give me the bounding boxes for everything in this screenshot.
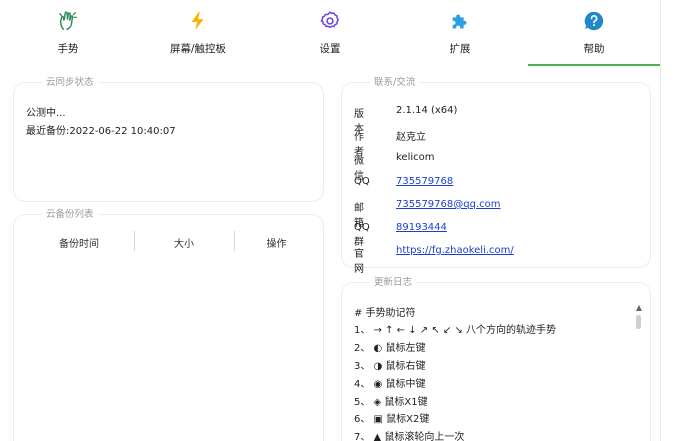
gear-icon (320, 11, 339, 29)
contact-panel: 联系/交流 版本 2.1.14 (x64) 作者 赵克立 微信 kelicom … (341, 76, 651, 275)
last-backup-text: 最近备份:2022-06-22 10:40:07 (26, 126, 176, 137)
tab-gestures[interactable]: 手势 (28, 0, 108, 66)
changelog-line: 2、 ◐ 鼠标左键 (354, 343, 426, 354)
active-tab-indicator (528, 64, 660, 66)
author-value: 赵克立 (396, 132, 426, 143)
column-header-size[interactable]: 大小 (154, 235, 214, 250)
email-link[interactable]: 735579768@qq.com (396, 199, 501, 210)
website-key: 官网 (354, 249, 364, 275)
hand-gesture-icon (59, 11, 77, 30)
changelog-line: 7、 ▲ 鼠标滚轮向上一次 (354, 432, 465, 441)
backup-list-panel: 云备份列表 备份时间 大小 操作 (13, 208, 324, 441)
column-header-actions[interactable]: 操作 (249, 235, 304, 250)
top-navigation: 手势 屏幕/触控板 设置 扩展 帮助 (0, 0, 660, 66)
window-edge-divider (660, 0, 661, 441)
changelog-title: 更新日志 (370, 276, 417, 289)
tab-screen-touchpad-label: 屏幕/触控板 (169, 43, 227, 55)
tab-settings[interactable]: 设置 (290, 0, 370, 66)
tab-screen-touchpad[interactable]: 屏幕/触控板 (158, 0, 238, 66)
qq-group-link[interactable]: 89193444 (396, 222, 447, 233)
changelog-line: # 手势助记符 (354, 308, 416, 319)
scrollbar-thumb[interactable] (636, 315, 641, 329)
column-divider (134, 231, 135, 251)
column-header-backup-time[interactable]: 备份时间 (44, 235, 114, 250)
changelog-line: 6、 ▣ 鼠标X2键 (354, 414, 430, 425)
tab-help[interactable]: 帮助 (528, 0, 660, 66)
contact-title: 联系/交流 (370, 76, 420, 89)
cloud-sync-title: 云同步状态 (42, 76, 98, 89)
tab-help-label: 帮助 (583, 43, 605, 55)
sync-status-text: 公测中... (26, 108, 66, 119)
qq-link[interactable]: 735579768 (396, 176, 453, 187)
changelog-line: 3、 ◑ 鼠标右键 (354, 361, 426, 372)
qq-key: QQ (354, 176, 370, 187)
changelog-line: 1、 → ↑ ← ↓ ↗ ↖ ↙ ↘ 八个方向的轨迹手势 (354, 325, 557, 336)
lightning-icon (191, 11, 204, 31)
backup-list-title: 云备份列表 (42, 208, 98, 221)
tab-extensions[interactable]: 扩展 (420, 0, 500, 66)
changelog-panel: 更新日志 # 手势助记符 1、 → ↑ ← ↓ ↗ ↖ ↙ ↘ 八个方向的轨迹手… (341, 276, 651, 441)
tab-settings-label: 设置 (319, 43, 341, 55)
tab-gestures-label: 手势 (57, 43, 79, 55)
help-icon (584, 11, 604, 31)
changelog-line: 5、 ◈ 鼠标X1键 (354, 397, 428, 408)
scroll-up-arrow-icon[interactable]: ▲ (636, 303, 642, 312)
puzzle-icon (452, 14, 467, 29)
changelog-line: 4、 ◉ 鼠标中键 (354, 379, 426, 390)
cloud-sync-panel: 云同步状态 公测中... 最近备份:2022-06-22 10:40:07 (13, 76, 324, 202)
wechat-value: kelicom (396, 152, 435, 163)
website-link[interactable]: https://fg.zhaokeli.com/ (396, 245, 514, 256)
tab-extensions-label: 扩展 (449, 43, 471, 55)
version-value: 2.1.14 (x64) (396, 105, 458, 116)
column-divider (234, 231, 235, 251)
